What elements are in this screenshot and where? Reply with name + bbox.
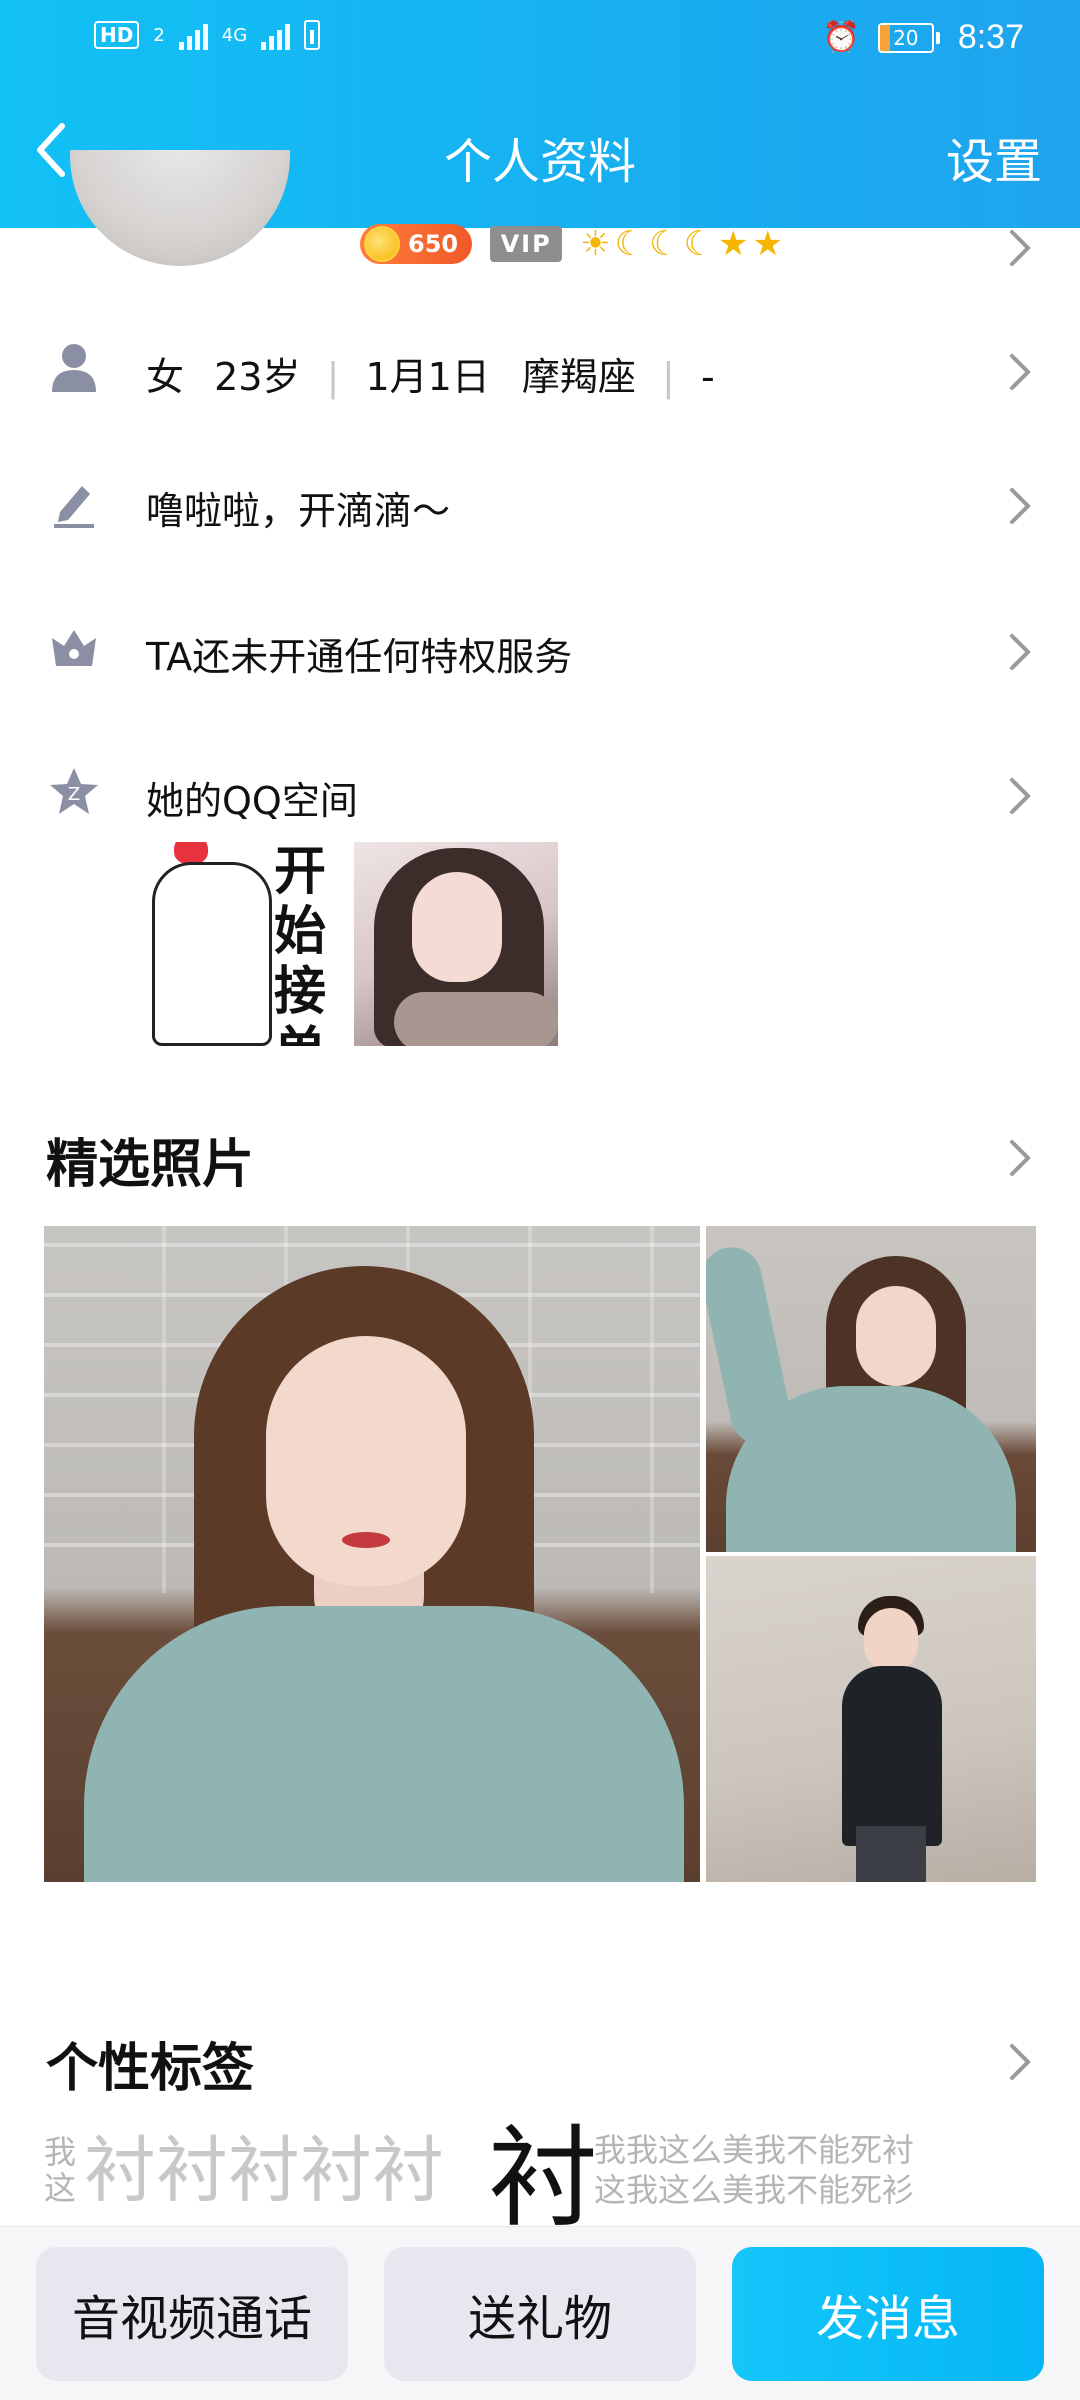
tag-text: 衬衬衬衬衬 (84, 2128, 445, 2212)
network-sub: 2 (153, 24, 165, 46)
bottom-action-bar: 音视频通话 送礼物 发消息 (0, 2226, 1080, 2400)
network-type: 4G (221, 24, 248, 46)
signature-row[interactable]: 噜啦啦，开滴滴～ (0, 460, 1080, 550)
star-icon: ★ (752, 224, 784, 264)
status-right: ⏰ 20 8:37 (822, 18, 1024, 57)
basic-info: 女 23岁 | 1月1日 摩羯座 | - (146, 346, 715, 401)
coin-count: 650 (408, 230, 459, 258)
tag-text: 这 (44, 2169, 77, 2207)
age: 23岁 (214, 355, 301, 399)
qzone-thumb[interactable]: 开始接单 (146, 842, 350, 1046)
person-icon (46, 340, 102, 396)
chevron-right-icon (1010, 1140, 1031, 1176)
chevron-right-icon (1006, 630, 1034, 674)
clock: 8:37 (957, 18, 1024, 56)
sim-icon (304, 20, 321, 50)
settings-button[interactable]: 设置 (946, 122, 1042, 192)
chevron-right-icon (1010, 230, 1031, 266)
signal-icon (178, 20, 208, 50)
tag-cloud[interactable]: 我 这 衬衬衬衬衬 衬 我我这么美我不能死衬 这我这么美我不能死衫 (44, 2120, 1036, 2230)
coin-icon (364, 226, 400, 262)
qzone-star-icon: Z (46, 764, 102, 820)
vip-badge[interactable]: VIP (490, 226, 563, 262)
pencil-icon (46, 474, 102, 530)
av-call-button[interactable]: 音视频通话 (36, 2247, 348, 2381)
featured-photo[interactable] (706, 1556, 1036, 1882)
tag-text: 衬 (488, 2120, 598, 2230)
moon-icon: ☾ (649, 224, 680, 264)
privilege-row[interactable]: TA还未开通任何特权服务 (0, 606, 1080, 696)
qzone-row[interactable]: Z 她的QQ空间 (0, 750, 1080, 840)
battery-icon: 20 (877, 22, 940, 53)
heart-icon (174, 842, 208, 864)
chevron-right-icon (1006, 774, 1034, 818)
chevron-right-icon (1006, 350, 1034, 394)
profile-badges: 650 VIP ☀ ☾ ☾ ☾ ★ ★ (360, 224, 783, 264)
tag-text: 我我这么美我不能死衬 (594, 2131, 915, 2169)
basic-info-row[interactable]: 女 23岁 | 1月1日 摩羯座 | - (0, 326, 1080, 416)
qzone-thumbnails: 开始接单 (146, 842, 558, 1046)
badges-chevron[interactable] (1006, 226, 1034, 270)
qzone-label: 她的QQ空间 (146, 779, 358, 823)
send-gift-button[interactable]: 送礼物 (384, 2247, 696, 2381)
hd-indicator: HD (94, 21, 140, 49)
level-icons[interactable]: ☀ ☾ ☾ ☾ ★ ★ (580, 224, 783, 264)
status-bar: HD 2 4G ⏰ 20 8:37 (0, 0, 1080, 76)
zodiac: 摩羯座 (521, 355, 636, 399)
status-left: HD 2 4G (94, 20, 321, 50)
featured-photo[interactable] (44, 1226, 700, 1882)
qzone-thumb[interactable] (354, 842, 558, 1046)
crown-icon (46, 620, 102, 676)
featured-photo[interactable] (706, 1226, 1036, 1552)
location: - (700, 355, 715, 399)
battery-level: 20 (893, 25, 919, 50)
chevron-right-icon (1010, 2044, 1031, 2080)
tags-more-button[interactable] (1006, 2040, 1034, 2084)
tag-text: 这我这么美我不能死衫 (594, 2171, 915, 2209)
gender: 女 (146, 355, 185, 399)
send-message-button[interactable]: 发消息 (732, 2247, 1044, 2381)
chevron-right-icon (1006, 484, 1034, 528)
privilege-text: TA还未开通任何特权服务 (146, 635, 573, 679)
birthday: 1月1日 (365, 355, 490, 399)
avatar[interactable] (70, 150, 290, 266)
moon-icon: ☾ (614, 224, 646, 264)
alarm-icon: ⏰ (822, 20, 860, 55)
coin-badge[interactable]: 650 (360, 224, 473, 264)
photos-more-button[interactable] (1006, 1136, 1034, 1180)
tag-text: 我 (44, 2133, 77, 2171)
signal-icon-2 (261, 20, 291, 50)
svg-text:Z: Z (68, 784, 80, 805)
moon-icon: ☾ (683, 224, 715, 264)
thumb-caption: 开始接单 (274, 842, 327, 1046)
star-icon: ★ (718, 224, 749, 264)
divider: | (662, 355, 675, 399)
sun-icon: ☀ (580, 224, 611, 264)
divider: | (326, 355, 340, 399)
tags-section-title: 个性标签 (46, 2039, 255, 2099)
photos-section-title: 精选照片 (46, 1135, 255, 1195)
signature-text: 噜啦啦，开滴滴～ (146, 489, 451, 533)
finger-heart-image (152, 862, 272, 1046)
